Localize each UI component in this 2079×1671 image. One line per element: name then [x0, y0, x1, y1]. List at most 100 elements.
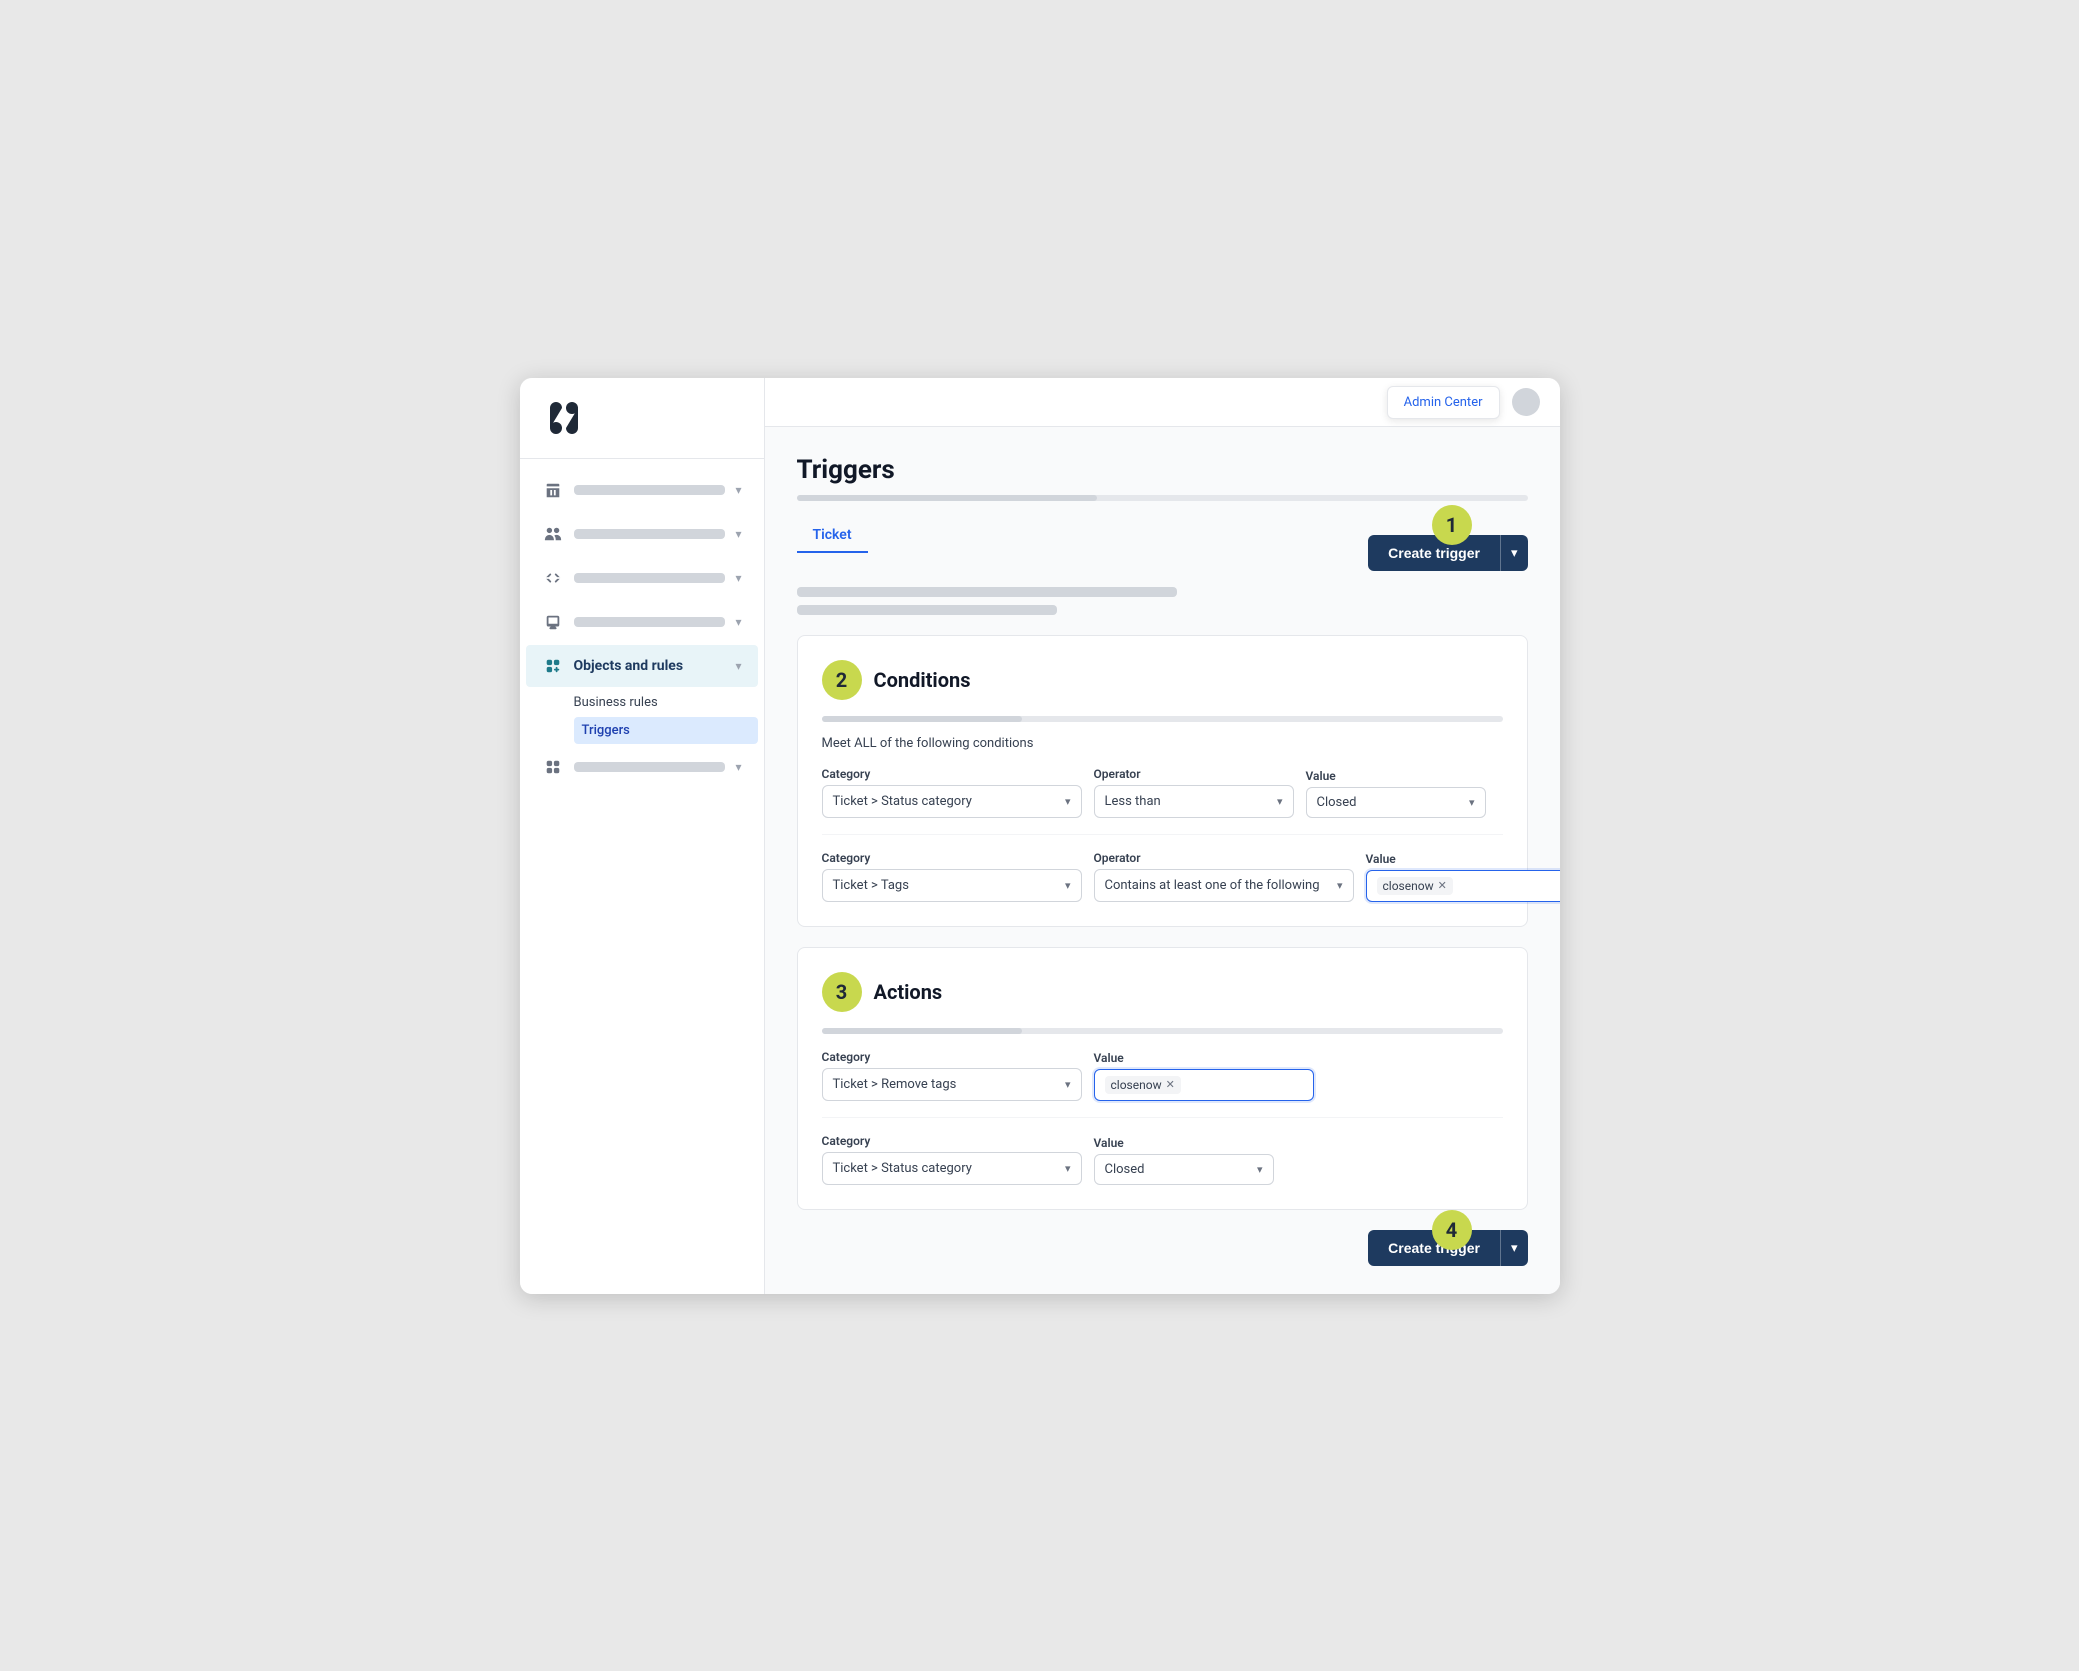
action1-category-select[interactable]: Ticket > Remove tags ▾ [822, 1068, 1082, 1101]
cond2-tag-remove[interactable]: ✕ [1438, 879, 1447, 892]
nav-item-label-6 [574, 762, 726, 772]
progress-bar-fill [797, 495, 1097, 501]
create-trigger-button-top[interactable]: Create trigger [1368, 535, 1500, 571]
sub-nav-item-triggers[interactable]: Triggers [574, 717, 758, 744]
action1-category-chevron: ▾ [1065, 1078, 1071, 1091]
sidebar-nav: ▾ ▾ ▾ [520, 459, 764, 1294]
nav-item-label-3 [574, 573, 726, 583]
action1-value-group: Value closenow ✕ [1094, 1051, 1314, 1101]
action2-category-label: Category [822, 1134, 1082, 1148]
cond1-operator-select[interactable]: Less than ▾ [1094, 785, 1294, 818]
sidebar: ▾ ▾ ▾ [520, 378, 765, 1294]
sidebar-item-apps[interactable]: ▾ [526, 746, 758, 788]
conditions-progress [822, 716, 1503, 722]
action2-category-chevron: ▾ [1065, 1162, 1071, 1175]
action2-value-chevron: ▾ [1257, 1163, 1263, 1176]
sidebar-item-monitor[interactable]: ▾ [526, 601, 758, 643]
action1-tag-closenow: closenow ✕ [1105, 1076, 1181, 1094]
actions-progress [822, 1028, 1503, 1034]
skeleton-bar-1 [797, 587, 1177, 597]
cond2-category-label: Category [822, 851, 1082, 865]
cond2-operator-select[interactable]: Contains at least one of the following ▾ [1094, 869, 1354, 902]
cond1-value-chevron: ▾ [1469, 796, 1475, 809]
chevron-icon-5: ▾ [735, 659, 741, 673]
condition-row-2: Category Ticket > Tags ▾ Operator Contai… [822, 851, 1503, 902]
cond2-operator-label: Operator [1094, 851, 1354, 865]
page-title: Triggers [797, 455, 1528, 485]
logo-area [520, 378, 764, 459]
tab-ticket[interactable]: Ticket [797, 519, 868, 553]
cond2-value-tag-input[interactable]: closenow ✕ [1366, 870, 1560, 902]
create-trigger-chevron-top[interactable]: ▾ [1500, 535, 1528, 571]
actions-section: 3 Actions Category Ticket > Remove tags … [797, 947, 1528, 1210]
action2-value-select[interactable]: Closed ▾ [1094, 1154, 1274, 1185]
action1-category-label: Category [822, 1050, 1082, 1064]
sidebar-item-buildings[interactable]: ▾ [526, 469, 758, 511]
cond2-value-label: Value [1366, 852, 1560, 866]
cond1-category-select[interactable]: Ticket > Status category ▾ [822, 785, 1082, 818]
conditions-title: Conditions [874, 668, 971, 692]
cond2-category-select[interactable]: Ticket > Tags ▾ [822, 869, 1082, 902]
action1-value-tag-input[interactable]: closenow ✕ [1094, 1069, 1314, 1101]
sidebar-item-objects-rules-label: Objects and rules [574, 658, 726, 674]
main-content: Admin Center Triggers Ticket 1 Create tr… [765, 378, 1560, 1294]
action-row-2: Category Ticket > Status category ▾ Valu… [822, 1134, 1503, 1185]
sidebar-item-arrows[interactable]: ▾ [526, 557, 758, 599]
action1-category-group: Category Ticket > Remove tags ▾ [822, 1050, 1082, 1101]
conditions-header: 2 Conditions [822, 660, 1503, 700]
nav-item-label-4 [574, 617, 726, 627]
objects-rules-icon [542, 655, 564, 677]
action2-value-label: Value [1094, 1136, 1274, 1150]
cond1-category-chevron: ▾ [1065, 795, 1071, 808]
actions-progress-fill [822, 1028, 1022, 1034]
admin-center-dropdown[interactable]: Admin Center [1387, 386, 1500, 419]
chevron-icon-2: ▾ [735, 527, 741, 541]
arrows-icon [542, 567, 564, 589]
cond1-value-group: Value Closed ▾ [1306, 769, 1486, 818]
cond2-category-chevron: ▾ [1065, 879, 1071, 892]
cond1-operator-group: Operator Less than ▾ [1094, 767, 1294, 818]
cond1-value-label: Value [1306, 769, 1486, 783]
user-avatar[interactable] [1512, 388, 1540, 416]
zendesk-logo [540, 402, 588, 434]
monitor-icon [542, 611, 564, 633]
cond1-category-group: Category Ticket > Status category ▾ [822, 767, 1082, 818]
actions-header: 3 Actions [822, 972, 1503, 1012]
action-row-1: Category Ticket > Remove tags ▾ Value cl… [822, 1050, 1503, 1118]
action1-value-label: Value [1094, 1051, 1314, 1065]
action2-value-group: Value Closed ▾ [1094, 1136, 1274, 1185]
bottom-bar: 4 Create trigger ▾ [797, 1230, 1528, 1266]
cond2-operator-group: Operator Contains at least one of the fo… [1094, 851, 1354, 902]
sub-nav: Business rules Triggers [520, 689, 764, 744]
cond2-tag-text: closenow [1383, 879, 1434, 893]
sub-nav-item-business-rules[interactable]: Business rules [574, 689, 758, 716]
action1-tag-text: closenow [1111, 1078, 1162, 1092]
step-badge-1: 1 [1432, 505, 1472, 545]
chevron-icon-4: ▾ [735, 615, 741, 629]
cond1-operator-label: Operator [1094, 767, 1294, 781]
create-trigger-chevron-bottom[interactable]: ▾ [1500, 1230, 1528, 1266]
conditions-subtitle: Meet ALL of the following conditions [822, 736, 1503, 751]
action2-category-select[interactable]: Ticket > Status category ▾ [822, 1152, 1082, 1185]
conditions-progress-fill [822, 716, 1022, 722]
chevron-icon-3: ▾ [735, 571, 741, 585]
chevron-icon-1: ▾ [735, 483, 741, 497]
app-container: ▾ ▾ ▾ [520, 378, 1560, 1294]
action2-category-group: Category Ticket > Status category ▾ [822, 1134, 1082, 1185]
cond2-operator-chevron: ▾ [1337, 879, 1343, 892]
cond2-category-group: Category Ticket > Tags ▾ [822, 851, 1082, 902]
cond1-operator-chevron: ▾ [1277, 795, 1283, 808]
top-bar: Admin Center [765, 378, 1560, 427]
step-badge-3: 3 [822, 972, 862, 1012]
page-content: Triggers Ticket 1 Create trigger ▾ [765, 427, 1560, 1294]
skeleton-bar-2 [797, 605, 1057, 615]
step-badge-4: 4 [1432, 1210, 1472, 1250]
nav-item-label-1 [574, 485, 726, 495]
step-badge-2: 2 [822, 660, 862, 700]
cond2-tag-closenow: closenow ✕ [1377, 877, 1453, 895]
actions-title: Actions [874, 980, 943, 1004]
sidebar-item-people[interactable]: ▾ [526, 513, 758, 555]
cond1-value-select[interactable]: Closed ▾ [1306, 787, 1486, 818]
action1-tag-remove[interactable]: ✕ [1166, 1078, 1175, 1091]
sidebar-item-objects-rules[interactable]: Objects and rules ▾ [526, 645, 758, 687]
